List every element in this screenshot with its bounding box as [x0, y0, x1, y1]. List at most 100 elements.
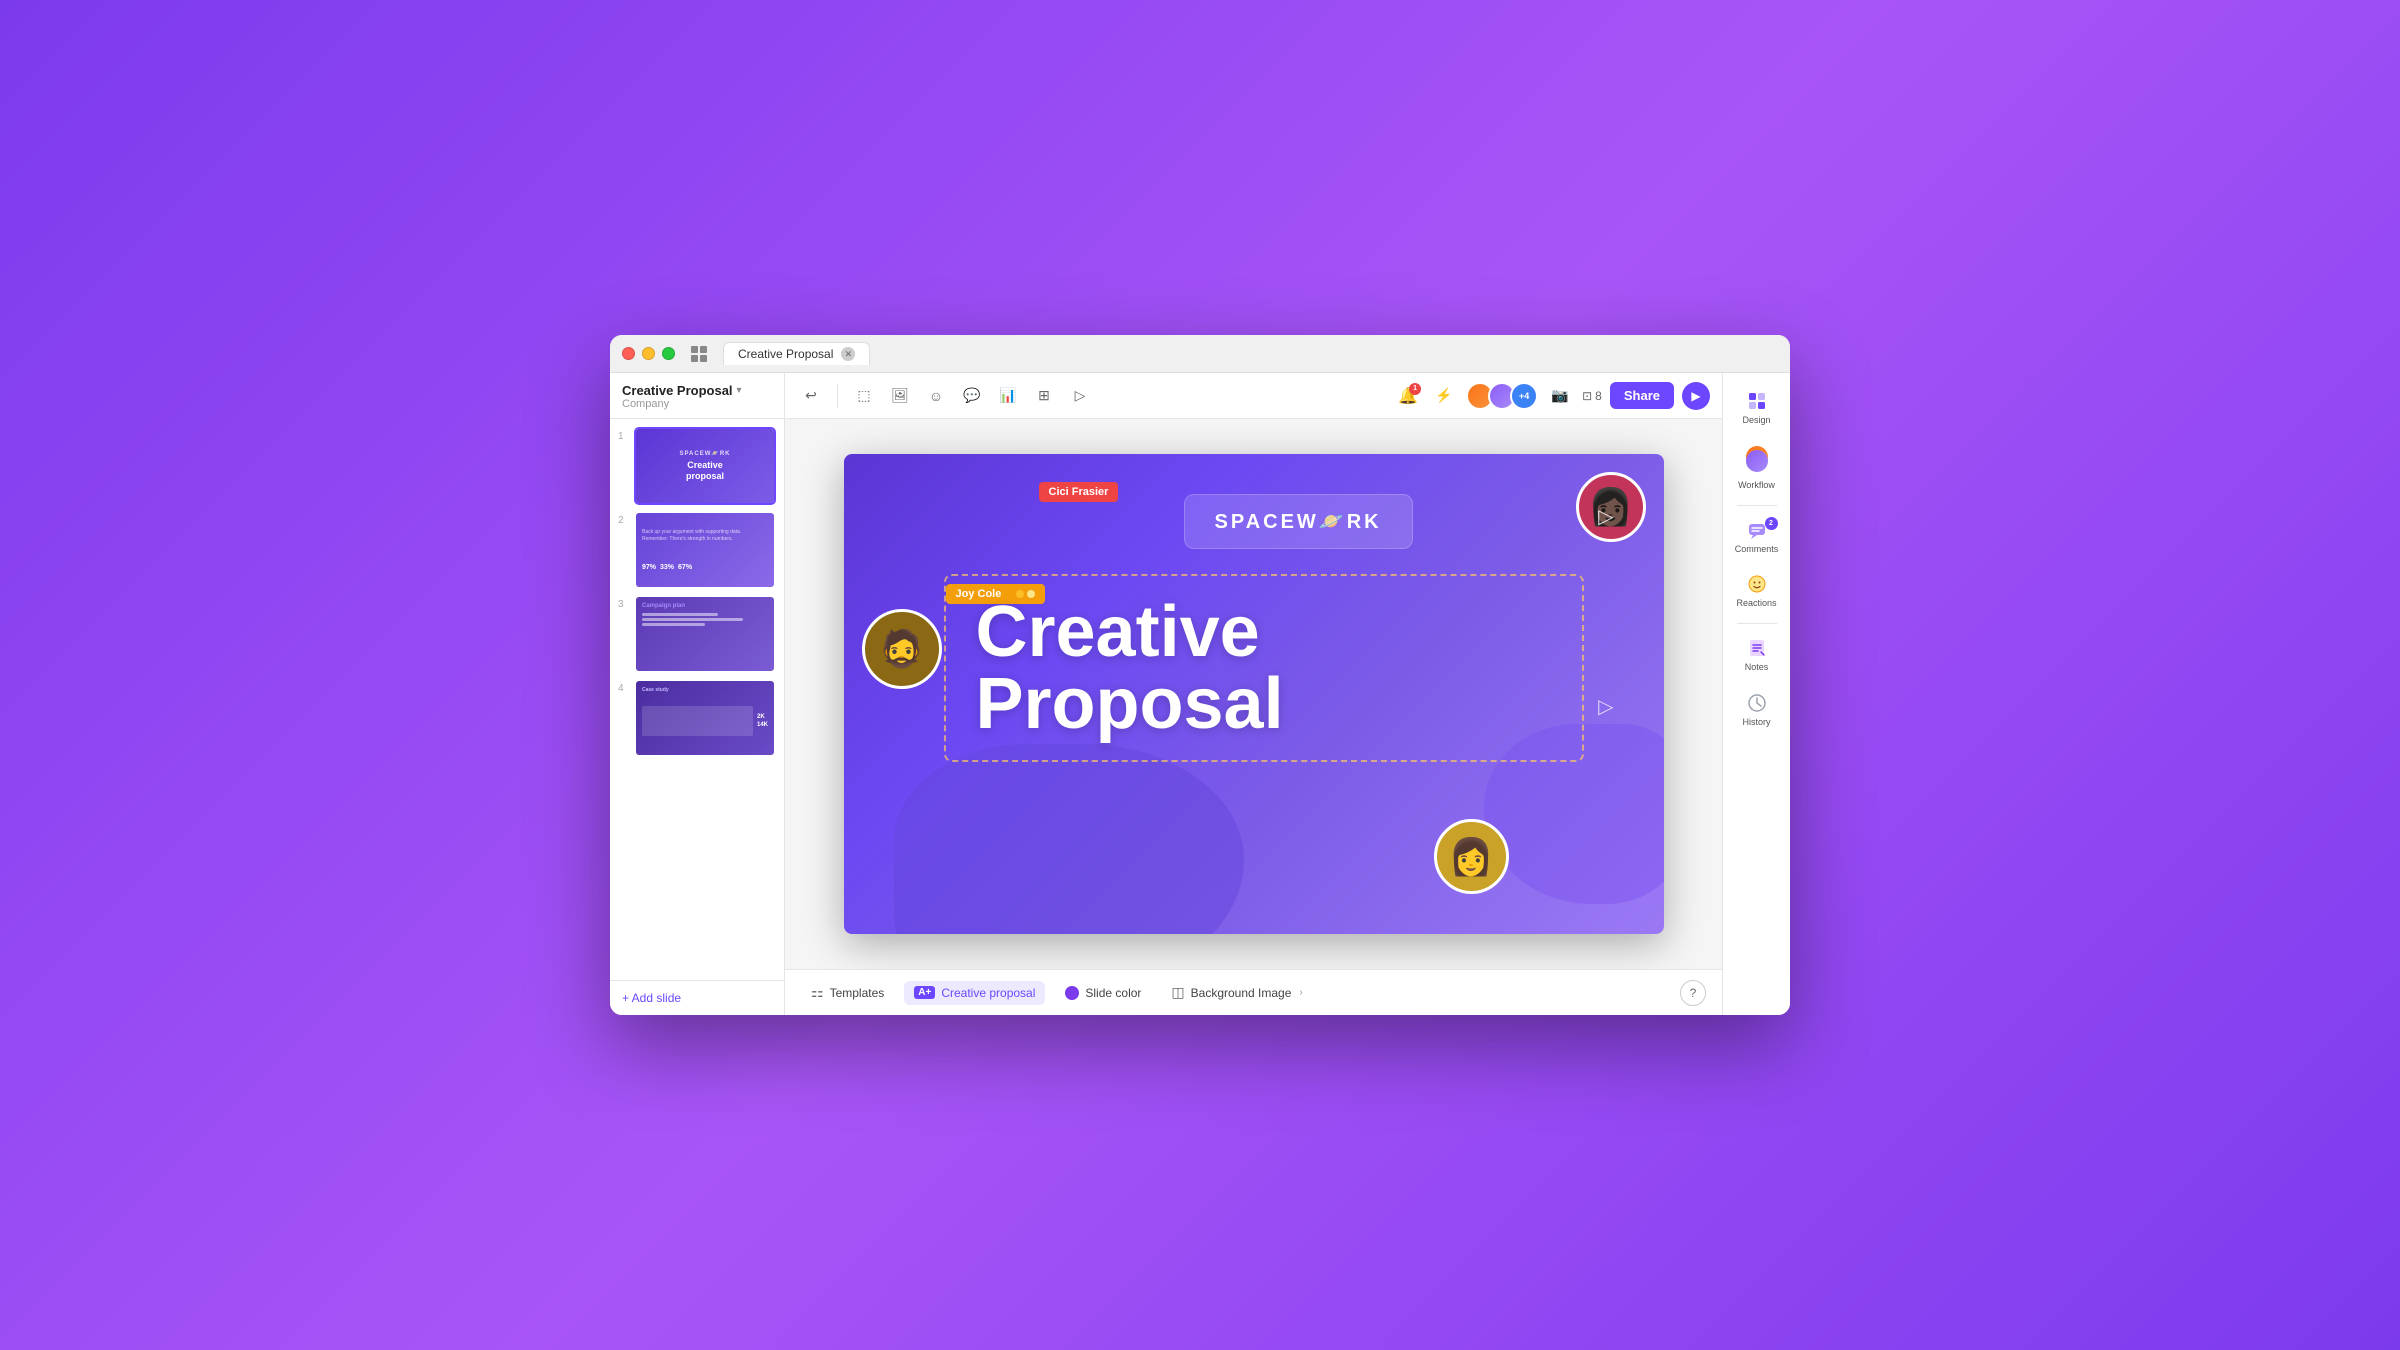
toolbar: ↩ ⬚ 🖼 ☺ 💬 📊	[785, 373, 1722, 419]
share-button[interactable]: Share	[1610, 382, 1674, 409]
panel-item-workflow[interactable]: Workflow	[1728, 438, 1786, 499]
thumb-bar	[642, 618, 743, 621]
media-icon: ▷	[1075, 387, 1086, 404]
grid-icon: ⊞	[1038, 387, 1050, 404]
stat-2: 33%	[660, 564, 674, 571]
editor-area: ↩ ⬚ 🖼 ☺ 💬 📊	[785, 373, 1722, 1015]
purple-circle	[1746, 450, 1768, 472]
cici-frasier-label: Cici Frasier	[1039, 482, 1119, 502]
main-content: Creative Proposal ▾ Company 1 SPACEW🪐RK …	[610, 373, 1790, 1015]
bottom-bar: ⚏ Templates A+ Creative proposal Slide c…	[785, 969, 1722, 1015]
background-image-button[interactable]: ◫ Background Image ›	[1161, 979, 1312, 1006]
spacework-logo: SPACEW🪐RK	[1215, 509, 1382, 534]
avatar-count-label: +4	[1519, 391, 1529, 401]
person-face: 🧔	[865, 612, 939, 686]
help-button[interactable]: ?	[1680, 980, 1706, 1006]
active-tab[interactable]: Creative Proposal ✕	[723, 342, 870, 365]
slide-number: 2	[618, 511, 628, 526]
canvas-area[interactable]: Cici Frasier SPACEW🪐RK Joy Cole	[785, 419, 1722, 969]
sidebar: Creative Proposal ▾ Company 1 SPACEW🪐RK …	[610, 373, 785, 1015]
undo-button[interactable]: ↩	[797, 382, 825, 410]
creative-proposal-label: Creative proposal	[941, 986, 1035, 1000]
cursor-pointer: ▷	[1598, 694, 1613, 719]
tab-close-button[interactable]: ✕	[841, 347, 855, 361]
app-window: Creative Proposal ✕ Creative Proposal ▾ …	[610, 335, 1790, 1015]
thumb-logo: SPACEW🪐RK	[679, 450, 730, 457]
flash-button[interactable]: ⚡	[1430, 382, 1458, 410]
color-swatch	[1065, 986, 1079, 1000]
slide-thumbnail[interactable]: SPACEW🪐RK Creativeproposal	[634, 427, 776, 505]
page-count: ⊡ 8	[1582, 389, 1602, 403]
image-tool-button[interactable]: 🖼	[886, 382, 914, 410]
stat: 2K	[757, 714, 768, 720]
emoji-tool-button[interactable]: ☺	[922, 382, 950, 410]
background-image-label: Background Image	[1191, 986, 1292, 1000]
history-icon	[1747, 693, 1767, 713]
panel-item-comments[interactable]: Comments 2	[1728, 512, 1786, 563]
panel-item-reactions[interactable]: Reactions	[1728, 566, 1786, 617]
thumb-image	[642, 706, 753, 736]
image-icon: 🖼	[891, 387, 909, 404]
slide-thumbnail[interactable]: Back up your argument with supporting da…	[634, 511, 776, 589]
frame-icon: ⬚	[857, 387, 870, 404]
templates-button[interactable]: ⚏ Templates	[801, 979, 894, 1006]
chevron-right-icon: ›	[1299, 987, 1302, 998]
slide-preview: Campaign plan	[636, 597, 774, 671]
thumb-stats: 97% 33% 67%	[642, 564, 768, 571]
right-panel: Design Workflow	[1722, 373, 1790, 1015]
camera-icon: 📷	[1551, 387, 1568, 404]
slide-item[interactable]: 3 Campaign plan	[618, 595, 776, 673]
slide-thumbnail[interactable]: Case study 2K 14K	[634, 679, 776, 757]
close-button[interactable]	[622, 347, 635, 360]
person-face: 👩	[1437, 822, 1506, 891]
minimize-button[interactable]	[642, 347, 655, 360]
design-label: Design	[1742, 415, 1770, 426]
comments-label: Comments	[1735, 544, 1779, 555]
notes-icon	[1747, 638, 1767, 658]
slide-item[interactable]: 4 Case study 2K 14K	[618, 679, 776, 757]
slide-item[interactable]: 1 SPACEW🪐RK Creativeproposal	[618, 427, 776, 505]
panel-item-design[interactable]: Design	[1728, 383, 1786, 434]
slide-item[interactable]: 2 Back up your argument with supporting …	[618, 511, 776, 589]
spacework-logo-box[interactable]: SPACEW🪐RK	[1184, 494, 1413, 549]
panel-item-notes[interactable]: Notes	[1728, 630, 1786, 681]
thumb-text: Back up your argument with supporting da…	[642, 529, 768, 543]
heading-line1: Creative	[976, 592, 1260, 672]
frame-tool-button[interactable]: ⬚	[850, 382, 878, 410]
thumb-title: Campaign plan	[642, 603, 768, 609]
panel-divider	[1737, 623, 1777, 624]
flash-icon: ⚡	[1435, 387, 1452, 404]
slide-preview: Back up your argument with supporting da…	[636, 513, 774, 587]
slide-thumbnail[interactable]: Campaign plan	[634, 595, 776, 673]
chart-tool-button[interactable]: 📊	[994, 382, 1022, 410]
avatar-joy-cole: 🧔	[862, 609, 942, 689]
panel-item-history[interactable]: History	[1728, 685, 1786, 736]
thumb-stats: 2K 14K	[757, 714, 768, 728]
undo-icon: ↩	[805, 387, 817, 404]
comments-icon	[1747, 520, 1767, 540]
reactions-icon	[1747, 574, 1767, 594]
thumb-text: Creativeproposal	[686, 460, 724, 482]
avatar-group: +4	[1466, 382, 1538, 410]
slide-color-button[interactable]: Slide color	[1055, 981, 1151, 1005]
presentation-menu[interactable]: Creative Proposal ▾	[622, 383, 772, 398]
add-slide-label: + Add slide	[622, 991, 681, 1005]
toolbar-right: 🔔 1 ⚡ +4	[1394, 382, 1710, 410]
tab-label: Creative Proposal	[738, 347, 833, 361]
emoji-icon: ☺	[929, 388, 943, 404]
media-tool-button[interactable]: ▷	[1066, 382, 1094, 410]
camera-button[interactable]: 📷	[1546, 382, 1574, 410]
maximize-button[interactable]	[662, 347, 675, 360]
comment-tool-button[interactable]: 💬	[958, 382, 986, 410]
notifications-button[interactable]: 🔔 1	[1394, 382, 1422, 410]
toolbar-left: ↩ ⬚ 🖼 ☺ 💬 📊	[797, 382, 1094, 410]
slide-color-label: Slide color	[1085, 986, 1141, 1000]
creative-text-box[interactable]: Creative Proposal	[944, 574, 1584, 762]
grid-tool-button[interactable]: ⊞	[1030, 382, 1058, 410]
background-icon: ◫	[1171, 984, 1184, 1001]
tab-grid-icon[interactable]	[691, 346, 707, 362]
creative-proposal-button[interactable]: A+ Creative proposal	[904, 981, 1045, 1005]
play-button[interactable]: ▶	[1682, 382, 1710, 410]
page-count-label: 8	[1595, 389, 1602, 403]
add-slide-button[interactable]: + Add slide	[610, 980, 784, 1015]
